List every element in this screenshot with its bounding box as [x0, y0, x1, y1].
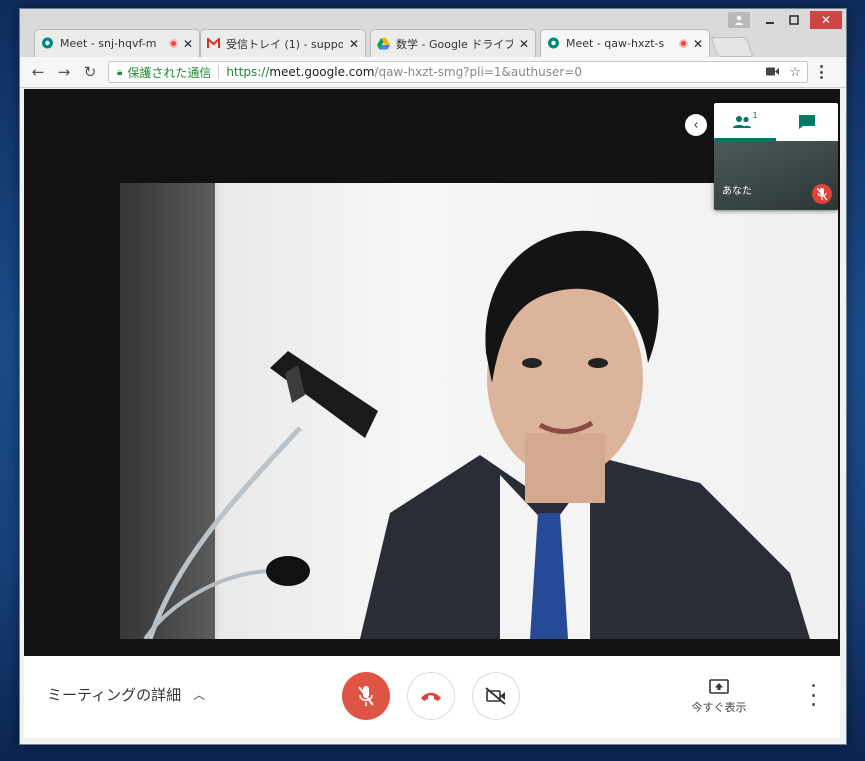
chat-icon: [799, 115, 815, 129]
camera-toggle-button[interactable]: [472, 672, 520, 720]
more-options-icon[interactable]: [806, 684, 820, 706]
gmail-icon: [207, 37, 220, 50]
tab-title: 受信トレイ (1) - suppo: [226, 37, 343, 51]
maximize-icon[interactable]: [782, 11, 806, 29]
close-window-icon[interactable]: ✕: [810, 11, 842, 29]
back-icon[interactable]: ←: [28, 62, 48, 82]
meet-icon: [547, 37, 560, 50]
camera-permission-icon[interactable]: [766, 65, 780, 79]
present-now-label: 今すぐ表示: [691, 701, 747, 714]
recording-indicator-icon: [678, 39, 688, 48]
browser-menu-icon[interactable]: [820, 65, 824, 79]
present-now-button[interactable]: 今すぐ表示: [684, 678, 754, 715]
collapse-panel-button[interactable]: ‹: [685, 114, 707, 136]
tab-meet-active[interactable]: Meet - qaw-hxzt-s ✕: [540, 29, 710, 57]
hang-up-icon: [421, 692, 441, 701]
video-stage: ‹ 1 あなた: [24, 89, 840, 656]
main-participant-video: [120, 183, 838, 639]
tab-strip: Meet - snj-hqvf-m ✕ 受信トレイ (1) - suppo ✕ …: [20, 9, 846, 57]
url-path: /qaw-hxzt-smg?pli=1&authuser=0: [374, 65, 583, 79]
reload-icon[interactable]: ↻: [80, 62, 100, 82]
drive-icon: [377, 37, 390, 50]
url-scheme: https://: [226, 65, 270, 79]
tab-title: 数学 - Google ドライブ: [396, 37, 513, 51]
tab-drive[interactable]: 数学 - Google ドライブ ✕: [370, 29, 536, 57]
meeting-details-button[interactable]: ミーティングの詳細 ︿: [47, 684, 205, 705]
browser-toolbar: ← → ↻ 🔒︎ 保護された通信 https:// meet.google.co…: [20, 57, 846, 88]
secure-connection-label: 保護された通信: [127, 65, 212, 80]
lock-icon: 🔒︎: [117, 66, 123, 78]
divider: [218, 65, 220, 79]
people-count: 1: [752, 110, 758, 120]
bookmark-star-icon[interactable]: ☆: [789, 65, 801, 80]
panel-tabs: 1: [714, 103, 838, 141]
forward-icon[interactable]: →: [54, 62, 74, 82]
tab-people[interactable]: 1: [714, 103, 776, 141]
camera-off-icon: [485, 687, 506, 705]
participant-video-frame: [143, 230, 810, 639]
tab-gmail[interactable]: 受信トレイ (1) - suppo ✕: [200, 29, 366, 57]
mic-off-icon: [358, 686, 374, 706]
meeting-details-label: ミーティングの詳細: [47, 686, 182, 704]
chevron-left-icon: ‹: [693, 117, 699, 133]
new-tab-button[interactable]: [710, 37, 754, 57]
mic-off-icon: [812, 184, 832, 204]
url-host: meet.google.com: [269, 65, 375, 79]
browser-window: Meet - snj-hqvf-m ✕ 受信トレイ (1) - suppo ✕ …: [19, 8, 847, 745]
close-tab-icon[interactable]: ✕: [693, 37, 703, 51]
people-icon: [733, 116, 752, 128]
address-bar[interactable]: 🔒︎ 保護された通信 https:// meet.google.com /qaw…: [108, 61, 808, 83]
chevron-up-icon: ︿: [193, 688, 206, 702]
self-view-tile[interactable]: あなた: [714, 141, 838, 210]
tab-title: Meet - snj-hqvf-m: [60, 37, 157, 50]
tab-meet-1[interactable]: Meet - snj-hqvf-m ✕: [34, 29, 200, 57]
minimize-icon[interactable]: [758, 11, 782, 29]
present-screen-icon: [709, 679, 729, 694]
microphone-toggle-button[interactable]: [342, 672, 390, 720]
profile-icon[interactable]: [728, 12, 750, 28]
close-tab-icon[interactable]: ✕: [183, 37, 193, 51]
close-tab-icon[interactable]: ✕: [349, 37, 359, 51]
recording-indicator-icon: [168, 39, 178, 48]
call-controls-bar: ミーティングの詳細 ︿ 今すぐ表示: [24, 656, 840, 738]
tab-title: Meet - qaw-hxzt-s: [566, 37, 665, 50]
leave-call-button[interactable]: [407, 672, 455, 720]
self-label: あなた: [722, 186, 752, 197]
tab-chat[interactable]: [776, 103, 838, 141]
participants-panel: 1 あなた: [714, 103, 838, 210]
meet-icon: [41, 37, 54, 50]
close-tab-icon[interactable]: ✕: [519, 37, 529, 51]
